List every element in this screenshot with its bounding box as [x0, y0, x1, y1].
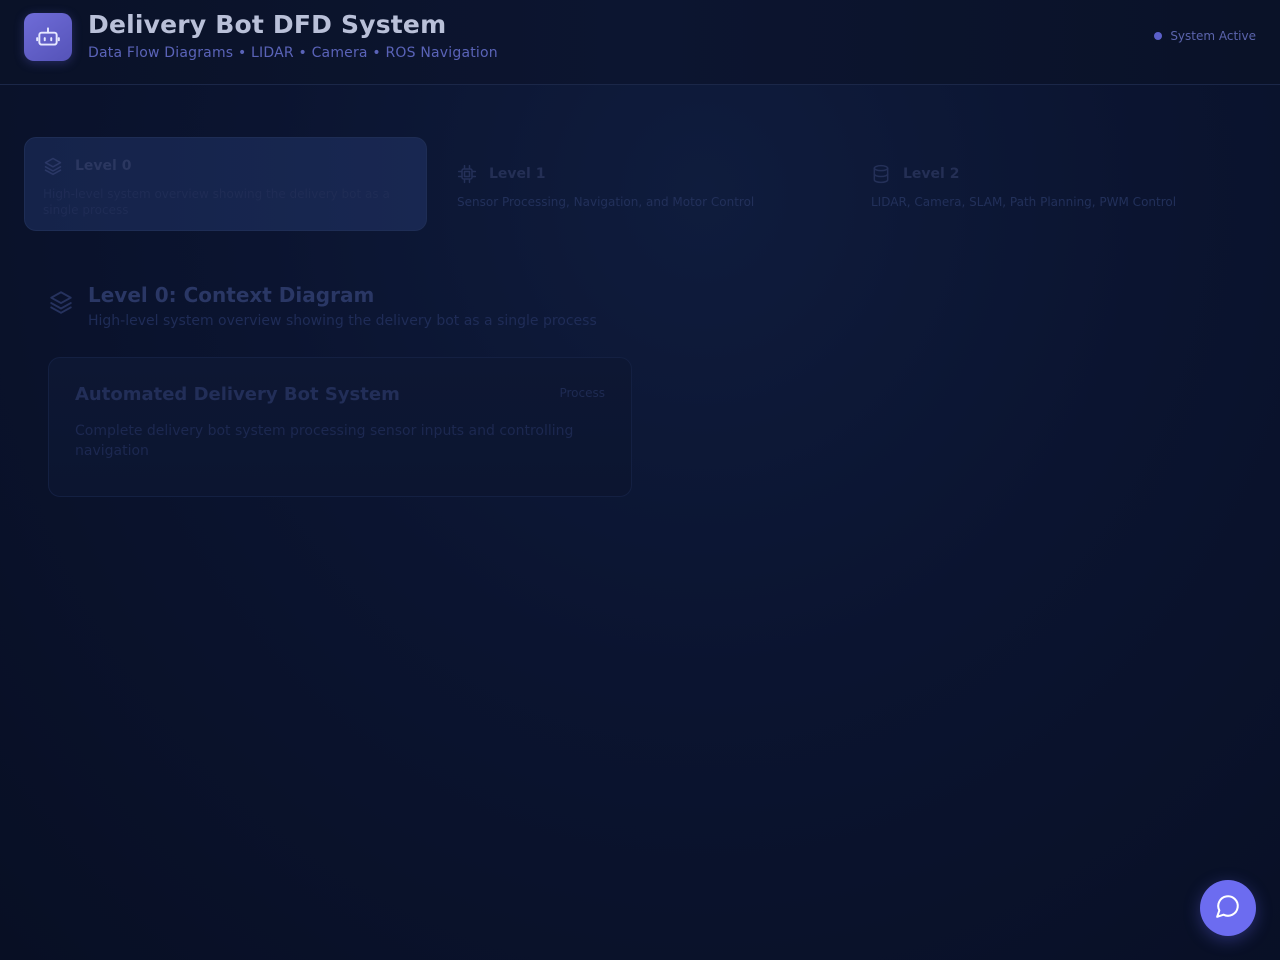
chat-button[interactable] — [1200, 880, 1256, 936]
process-badge: Process — [559, 386, 605, 400]
layers-icon — [43, 156, 63, 176]
cpu-icon — [457, 164, 477, 184]
app-title: Delivery Bot DFD System — [88, 10, 447, 39]
level-description: Sensor Processing, Navigation, and Motor… — [457, 195, 755, 209]
system-status: System Active — [1154, 29, 1256, 43]
status-label: System Active — [1170, 29, 1256, 43]
section-title: Level 0: Context Diagram — [88, 283, 375, 307]
database-icon — [871, 164, 891, 184]
section-subtitle: High-level system overview showing the d… — [88, 313, 597, 329]
app-subtitle: Data Flow Diagrams • LIDAR • Camera • RO… — [88, 45, 498, 61]
app-header: Delivery Bot DFD System Data Flow Diagra… — [0, 0, 1280, 85]
level-description: LIDAR, Camera, SLAM, Path Planning, PWM … — [871, 195, 1177, 209]
level-tab-1[interactable]: Level 1 Sensor Processing, Navigation, a… — [438, 137, 841, 231]
process-description: Complete delivery bot system processing … — [75, 423, 574, 459]
section-header: Level 0: Context Diagram High-level syst… — [48, 283, 597, 329]
robot-icon — [24, 13, 72, 61]
process-title: Automated Delivery Bot System — [75, 384, 400, 405]
layers-icon — [48, 289, 74, 319]
level-name: Level 0 — [75, 158, 132, 174]
level-tab-2[interactable]: Level 2 LIDAR, Camera, SLAM, Path Planni… — [852, 137, 1255, 231]
level-name: Level 1 — [489, 166, 546, 182]
process-node-card[interactable]: Automated Delivery Bot System Process Co… — [48, 357, 632, 497]
chat-bubble-icon — [1215, 893, 1241, 923]
level-tab-0[interactable]: Level 0 High-level system overview showi… — [24, 137, 427, 231]
level-description: High-level system overview showing the d… — [43, 187, 390, 217]
status-dot-icon — [1154, 32, 1163, 40]
level-name: Level 2 — [903, 166, 960, 182]
